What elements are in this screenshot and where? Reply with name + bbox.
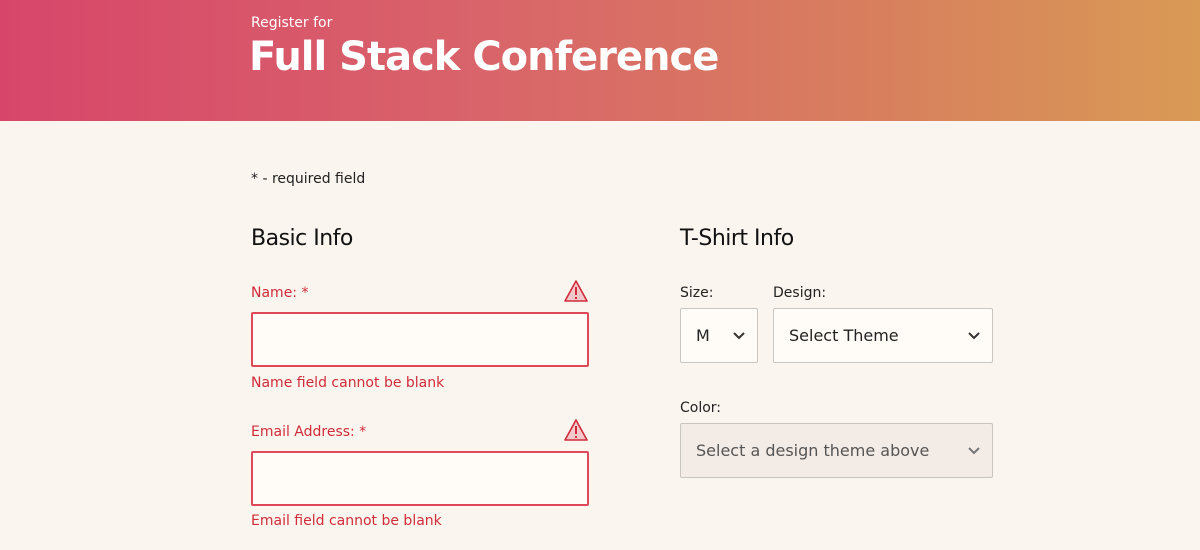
- basic-info-heading: Basic Info: [251, 226, 353, 251]
- size-select[interactable]: M: [680, 308, 758, 363]
- color-select[interactable]: Select a design theme above: [680, 423, 993, 478]
- tshirt-info-heading: T-Shirt Info: [680, 226, 794, 251]
- required-field-note: * - required field: [251, 171, 366, 187]
- email-field[interactable]: [251, 451, 589, 506]
- warning-icon: [564, 280, 588, 302]
- size-label: Size:: [680, 285, 714, 301]
- design-select[interactable]: Select Theme: [773, 308, 993, 363]
- chevron-down-icon: [968, 332, 980, 340]
- email-label: Email Address: *: [251, 424, 367, 440]
- page-header: Register for Full Stack Conference: [0, 0, 1200, 121]
- color-label: Color:: [680, 400, 722, 416]
- design-select-value: Select Theme: [789, 326, 899, 345]
- warning-icon: [564, 419, 588, 441]
- name-error-message: Name field cannot be blank: [251, 375, 445, 391]
- page-title: Full Stack Conference: [249, 34, 719, 80]
- color-select-value: Select a design theme above: [696, 441, 930, 460]
- name-label: Name: *: [251, 285, 309, 301]
- name-field[interactable]: [251, 312, 589, 367]
- chevron-down-icon: [733, 332, 745, 340]
- chevron-down-icon: [968, 447, 980, 455]
- email-error-message: Email field cannot be blank: [251, 513, 442, 529]
- design-label: Design:: [773, 285, 827, 301]
- size-select-value: M: [696, 326, 710, 345]
- header-kicker: Register for: [251, 15, 333, 31]
